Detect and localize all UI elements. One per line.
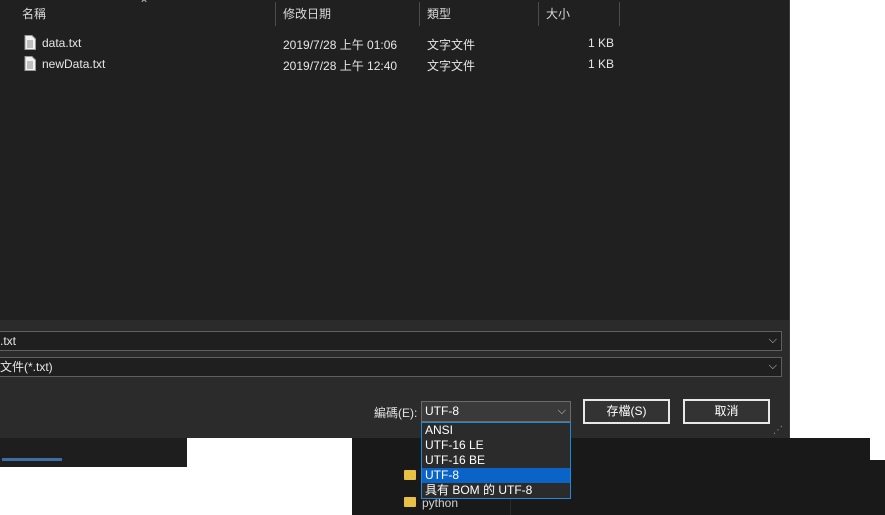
- file-row[interactable]: newData.txt 2019/7/28 上午 12:40 文字文件 1 KB: [0, 54, 789, 75]
- encoding-option-ansi[interactable]: ANSI: [422, 423, 570, 438]
- filetype-value: 文件(*.txt): [0, 360, 53, 374]
- file-type: 文字文件: [427, 38, 476, 52]
- column-header-name[interactable]: 名稱: [22, 0, 46, 28]
- filename-input[interactable]: .txt ⌵: [0, 331, 782, 351]
- chevron-down-icon[interactable]: ⌵: [769, 331, 777, 349]
- encoding-option-utf8[interactable]: UTF-8: [422, 468, 570, 483]
- file-list[interactable]: ⌃ 名稱 修改日期 類型 大小 data.txt 2019/7/28 上午 01…: [0, 0, 790, 320]
- chevron-down-icon[interactable]: ⌵: [558, 402, 566, 421]
- file-size: 1 KB: [588, 57, 615, 71]
- file-modified: 2019/7/28 上午 12:40: [283, 59, 398, 73]
- save-dialog: ⌃ 名稱 修改日期 類型 大小 data.txt 2019/7/28 上午 01…: [0, 0, 790, 438]
- encoding-label: 編碼(E):: [374, 406, 418, 420]
- column-header-modified[interactable]: 修改日期: [283, 0, 331, 28]
- cancel-button[interactable]: 取消: [683, 399, 770, 424]
- filename-value: .txt: [0, 334, 17, 348]
- encoding-option-utf16le[interactable]: UTF-16 LE: [422, 438, 570, 453]
- filetype-select[interactable]: 文件(*.txt) ⌵: [0, 357, 782, 377]
- column-header-type[interactable]: 類型: [427, 0, 451, 28]
- background-window-bar: [0, 438, 187, 467]
- file-size: 1 KB: [588, 36, 615, 50]
- background-accent-line: [2, 458, 62, 461]
- file-name: data.txt: [42, 36, 82, 50]
- column-header-size[interactable]: 大小: [546, 0, 570, 28]
- chevron-down-icon[interactable]: ⌵: [769, 357, 777, 375]
- background-white-area: [870, 438, 885, 460]
- encoding-dropdown-list[interactable]: ANSI UTF-16 LE UTF-16 BE UTF-8 具有 BOM 的 …: [421, 422, 571, 499]
- text-file-icon: [24, 56, 36, 71]
- dialog-border: [789, 0, 790, 438]
- encoding-selected-value: UTF-8: [425, 404, 459, 418]
- folder-icon: [404, 470, 416, 480]
- file-row[interactable]: data.txt 2019/7/28 上午 01:06 文字文件 1 KB: [0, 33, 789, 54]
- encoding-select[interactable]: UTF-8 ⌵: [421, 401, 571, 422]
- encoding-option-utf16be[interactable]: UTF-16 BE: [422, 453, 570, 468]
- folder-icon: [404, 497, 416, 507]
- sort-ascending-icon: ⌃: [139, 0, 150, 11]
- encoding-option-utf8-bom[interactable]: 具有 BOM 的 UTF-8: [422, 483, 570, 498]
- text-file-icon: [24, 35, 36, 50]
- save-button[interactable]: 存檔(S): [583, 399, 670, 424]
- file-name: newData.txt: [42, 57, 106, 71]
- column-divider[interactable]: [419, 2, 420, 26]
- file-modified: 2019/7/28 上午 01:06: [283, 38, 398, 52]
- resize-grip-icon[interactable]: ⋰: [773, 425, 783, 436]
- column-divider[interactable]: [619, 2, 620, 26]
- column-divider[interactable]: [275, 2, 276, 26]
- file-type: 文字文件: [427, 59, 476, 73]
- column-divider[interactable]: [538, 2, 539, 26]
